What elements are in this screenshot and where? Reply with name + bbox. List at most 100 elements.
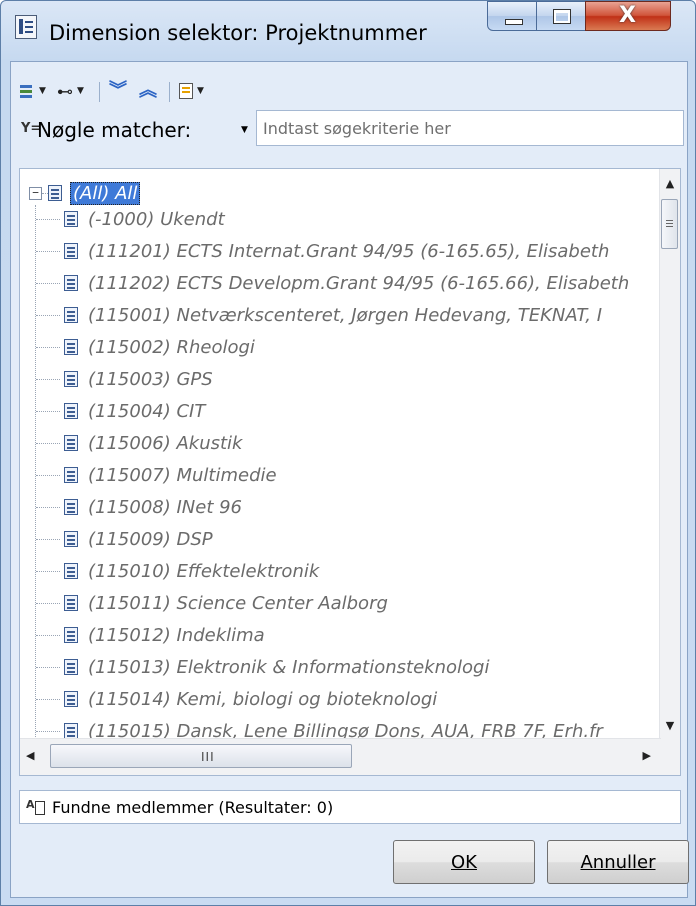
member-icon (64, 563, 78, 579)
scroll-up-icon[interactable]: ▲ (660, 169, 680, 199)
tree-item[interactable]: (115001) Netværkscenteret, Jørgen Hedeva… (36, 300, 602, 330)
tree-item[interactable]: (115007) Multimedie (36, 460, 277, 490)
member-icon (64, 371, 78, 387)
properties-button[interactable]: ▼ (179, 80, 204, 102)
maximize-icon (553, 9, 571, 24)
close-button[interactable]: X (585, 1, 671, 31)
scroll-grip: III (201, 750, 215, 764)
tree-item-label: (115001) Netværkscenteret, Jørgen Hedeva… (88, 304, 603, 326)
tree-item[interactable]: (115008) INet 96 (36, 492, 242, 522)
tree-item[interactable]: (115011) Science Center Aalborg (36, 588, 388, 618)
horizontal-scroll-thumb[interactable]: III (50, 744, 352, 768)
scroll-left-icon[interactable]: ◀ (26, 749, 34, 762)
tree-item[interactable]: (115004) CIT (36, 396, 205, 426)
tree-connector (36, 634, 60, 636)
tree-item[interactable]: (111201) ECTS Internat.Grant 94/95 (6-16… (36, 236, 609, 266)
find-icon: ⊷ (57, 81, 73, 101)
member-icon (64, 691, 78, 707)
window-title: Dimension selektor: Projektnummer (49, 21, 427, 45)
tree-item-label: (115002) Rheologi (88, 336, 255, 358)
tree-connector (36, 474, 60, 476)
tree-item[interactable]: (115002) Rheologi (36, 332, 255, 362)
key-match-dropdown[interactable]: Nøgle matcher: (37, 118, 191, 142)
tree-item[interactable]: (115006) Akustik (36, 428, 243, 458)
tree-connector (36, 218, 60, 220)
member-tree[interactable]: − (All) All (-1000) Ukendt (111201) ECTS… (19, 168, 681, 776)
member-icon (64, 243, 78, 259)
member-icon (64, 275, 78, 291)
collapse-all-button[interactable]: ︽ (139, 80, 157, 102)
tree-item-label: (115010) Effektelektronik (88, 560, 320, 582)
chevron-down-icon: ▼ (39, 86, 46, 96)
tree-item-label: (115013) Elektronik & Informationsteknol… (88, 656, 490, 678)
expand-all-button[interactable]: ︾ (109, 80, 127, 102)
expand-all-icon: ︾ (109, 80, 127, 101)
member-icon (64, 467, 78, 483)
collapse-node-icon[interactable]: − (29, 186, 42, 200)
tree-item[interactable]: (115013) Elektronik & Informationsteknol… (36, 652, 489, 682)
tree-item[interactable]: (115012) Indeklima (36, 620, 265, 650)
member-icon (64, 531, 78, 547)
horizontal-scrollbar[interactable]: ◀ III ▶ (20, 738, 661, 775)
tree-root-node[interactable]: − (All) All (29, 179, 141, 207)
chevron-down-icon: ▼ (197, 86, 204, 96)
tree-connector (36, 506, 60, 508)
tree-connector (36, 730, 60, 732)
scrollbar-corner (660, 739, 680, 775)
tree-item-label: (115011) Science Center Aalborg (88, 592, 388, 614)
toolbar-separator (169, 82, 170, 102)
tree-item[interactable]: (115014) Kemi, biologi og bioteknologi (36, 684, 437, 714)
tree-item[interactable]: (111202) ECTS Developm.Grant 94/95 (6-16… (36, 268, 629, 298)
tree-item-label: (115014) Kemi, biologi og bioteknologi (88, 688, 438, 710)
vertical-scrollbar[interactable]: ▲ ▼ (659, 169, 680, 741)
search-input[interactable] (256, 110, 684, 146)
member-icon (64, 627, 78, 643)
tree-item[interactable]: (115010) Effektelektronik (36, 556, 319, 586)
tree-connector (36, 410, 60, 412)
member-icon (64, 659, 78, 675)
tree-root-label[interactable]: (All) All (70, 181, 141, 205)
tree-connector (36, 314, 60, 316)
tree-connector (36, 666, 60, 668)
tree-connector (36, 282, 60, 284)
tree-item[interactable]: (115003) GPS (36, 364, 213, 394)
found-members-icon (26, 798, 46, 815)
tree-connector (36, 570, 60, 572)
scroll-down-icon[interactable]: ▼ (660, 711, 680, 741)
tree-view-icon (19, 83, 35, 99)
minimize-button[interactable] (487, 1, 537, 31)
collapse-all-icon: ︽ (139, 80, 157, 101)
tree-item-label: (115003) GPS (88, 368, 213, 390)
tree-connector (36, 250, 60, 252)
find-button[interactable]: ⊷ ▼ (57, 80, 84, 102)
filter-row: Y= Nøgle matcher: ▼ (19, 110, 684, 148)
tree-item-label: (115004) CIT (88, 400, 206, 422)
tree-connector (36, 538, 60, 540)
tree-item-label: (115009) DSP (88, 528, 213, 550)
tree-item-label: (115006) Akustik (88, 432, 243, 454)
tree-item-label: (115008) INet 96 (88, 496, 243, 518)
tree-connector (36, 602, 60, 604)
tree-item[interactable]: (115009) DSP (36, 524, 213, 554)
tree-connector (36, 378, 60, 380)
close-icon: X (619, 3, 636, 28)
member-icon (64, 723, 78, 739)
title-bar[interactable]: Dimension selektor: Projektnummer X (1, 1, 695, 45)
tree-item[interactable]: (-1000) Ukendt (36, 204, 225, 234)
tree-connector (36, 346, 60, 348)
ok-button[interactable]: OK (393, 840, 535, 884)
cancel-button[interactable]: Annuller (547, 840, 689, 884)
toolbar-separator (99, 82, 100, 102)
maximize-button[interactable] (536, 1, 586, 31)
minimize-icon (505, 19, 523, 25)
tree-connector (36, 442, 60, 444)
vertical-scroll-thumb[interactable] (661, 199, 678, 249)
scroll-right-icon[interactable]: ▶ (643, 749, 651, 762)
chevron-down-icon[interactable]: ▼ (241, 125, 248, 135)
tree-item-label: (111202) ECTS Developm.Grant 94/95 (6-16… (88, 272, 630, 294)
tree-view-button[interactable]: ▼ (19, 80, 46, 102)
member-icon (64, 435, 78, 451)
tree-item-label: (115012) Indeklima (88, 624, 265, 646)
dialog-client-area: ▼ ⊷ ▼ ︾ ︽ ▼ Y= Nøgle matcher: ▼ Indtast … (10, 61, 689, 898)
tree-connector (36, 698, 60, 700)
